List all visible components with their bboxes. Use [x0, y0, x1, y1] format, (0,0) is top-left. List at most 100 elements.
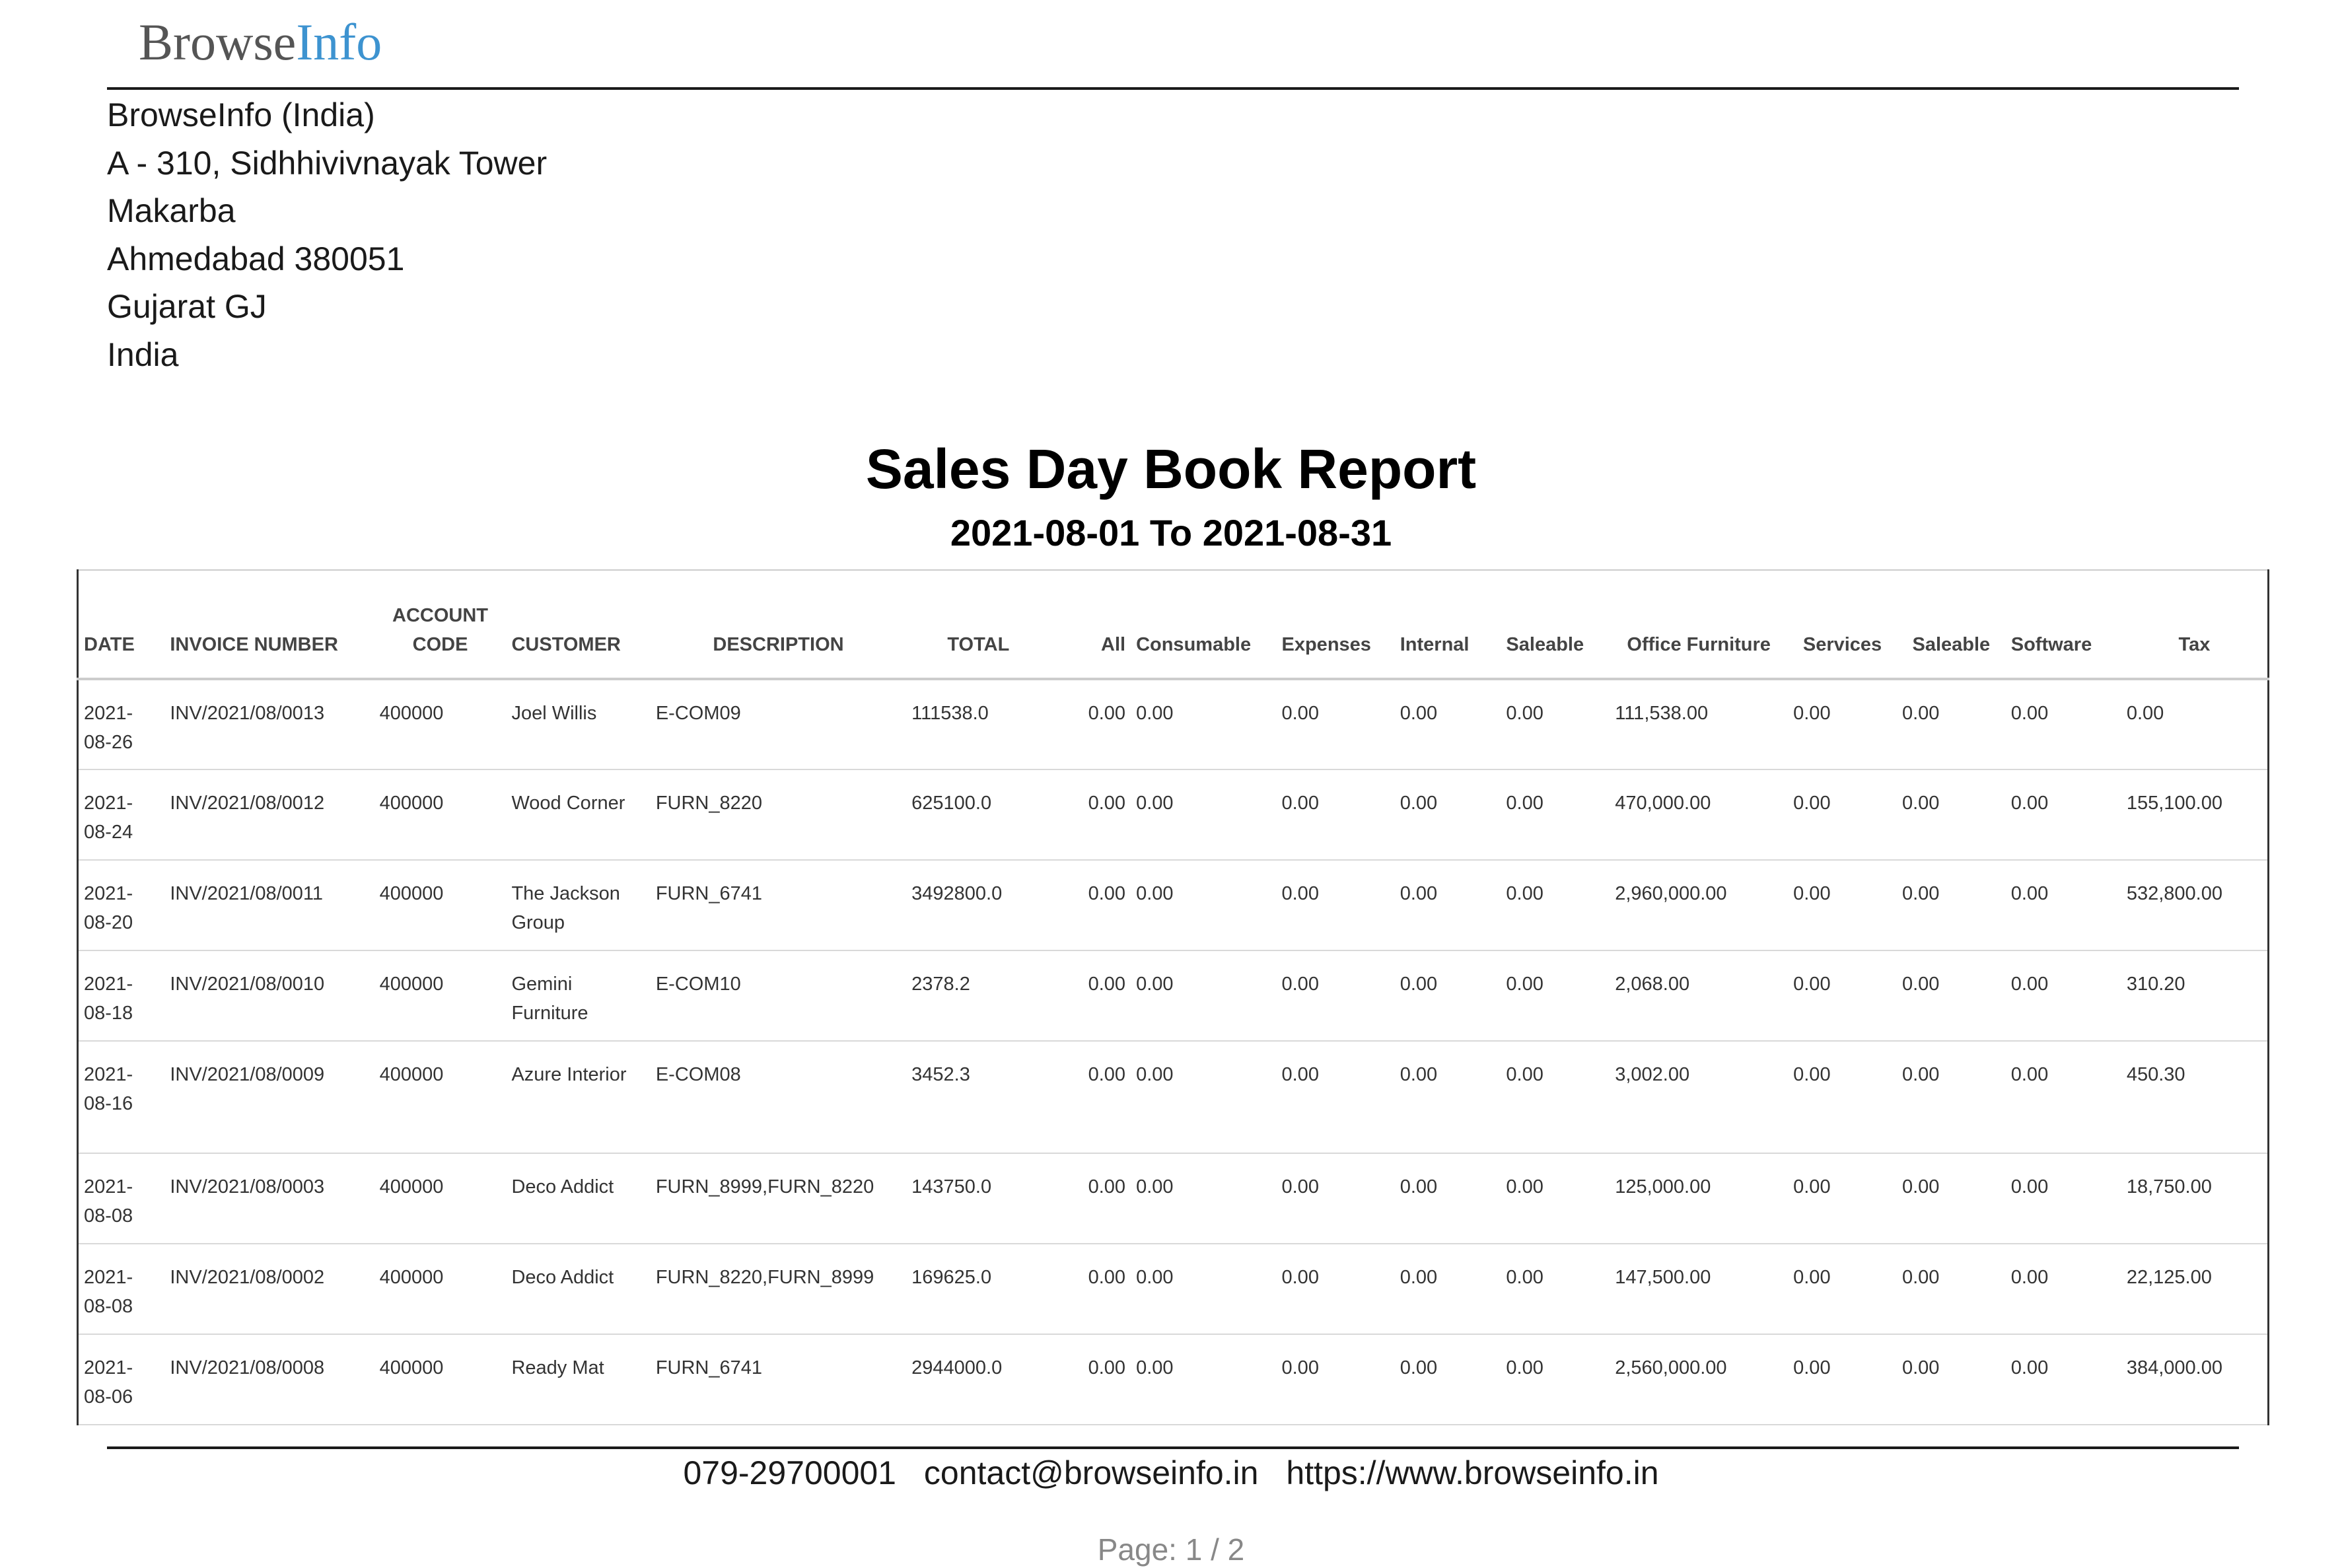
- cell-total: 3492800.0: [906, 860, 1051, 951]
- cell-saleable-2: 0.00: [1896, 1244, 2006, 1335]
- company-address: BrowseInfo (India) A - 310, Sidhhivivnay…: [107, 91, 547, 378]
- cell-services: 0.00: [1788, 1041, 1897, 1154]
- table-row: 2021-08-24 INV/2021/08/0012 400000 Wood Cor…: [77, 769, 2269, 861]
- col-header-tax: Tax: [2121, 569, 2269, 680]
- footer-website[interactable]: https://www.browseinfo.in: [1286, 1454, 1658, 1491]
- cell-office-furniture: 3,002.00: [1610, 1041, 1789, 1154]
- cell-description: FURN_8999,FURN_8220: [650, 1153, 907, 1244]
- cell-internal: 0.00: [1394, 950, 1501, 1042]
- cell-invoice-number: INV/2021/08/0013: [164, 679, 374, 770]
- table-row: 2021-08-20 INV/2021/08/0011 400000 The Jack…: [77, 860, 2269, 951]
- cell-consumable: 0.00: [1131, 679, 1277, 770]
- cell-customer: Gemini Furniture: [506, 950, 651, 1042]
- cell-expenses: 0.00: [1276, 769, 1395, 861]
- cell-total: 625100.0: [906, 769, 1051, 861]
- cell-internal: 0.00: [1394, 1334, 1501, 1425]
- cell-office-furniture: 111,538.00: [1610, 679, 1789, 770]
- header-divider: [107, 87, 2239, 90]
- page-number: Page: 1 / 2: [1097, 1532, 1245, 1567]
- cell-office-furniture: 2,960,000.00: [1610, 860, 1789, 951]
- cell-saleable: 0.00: [1501, 1041, 1610, 1154]
- table-header-row: DATE INVOICE NUMBER ACCOUNT CODE CUSTOME…: [77, 569, 2269, 680]
- cell-consumable: 0.00: [1131, 1041, 1277, 1154]
- col-header-consumable: Consumable: [1131, 569, 1277, 680]
- cell-expenses: 0.00: [1276, 860, 1395, 951]
- cell-date: 2021-08-24: [77, 769, 165, 861]
- footer-contact: 079-29700001 contact@browseinfo.in https…: [0, 1450, 2342, 1495]
- cell-saleable-2: 0.00: [1896, 769, 2006, 861]
- cell-invoice-number: INV/2021/08/0012: [164, 769, 374, 861]
- cell-expenses: 0.00: [1276, 1244, 1395, 1335]
- cell-saleable: 0.00: [1501, 1244, 1610, 1335]
- col-header-software: Software: [2005, 569, 2121, 680]
- cell-saleable-2: 0.00: [1896, 1334, 2006, 1425]
- address-line: Ahmedabad 380051: [107, 240, 405, 277]
- cell-description: FURN_6741: [650, 1334, 907, 1425]
- cell-invoice-number: INV/2021/08/0003: [164, 1153, 374, 1244]
- cell-customer: Ready Mat: [506, 1334, 651, 1425]
- cell-consumable: 0.00: [1131, 1244, 1277, 1335]
- col-header-expenses: Expenses: [1276, 569, 1395, 680]
- cell-tax: 155,100.00: [2121, 769, 2269, 861]
- cell-consumable: 0.00: [1131, 769, 1277, 861]
- cell-consumable: 0.00: [1131, 1153, 1277, 1244]
- cell-date: 2021-08-06: [77, 1334, 165, 1425]
- cell-customer: The Jackson Group: [506, 860, 651, 951]
- cell-internal: 0.00: [1394, 860, 1501, 951]
- cell-total: 169625.0: [906, 1244, 1051, 1335]
- sales-day-book-table: DATE INVOICE NUMBER ACCOUNT CODE CUSTOME…: [77, 569, 2269, 1425]
- footer-email[interactable]: contact@browseinfo.in: [924, 1454, 1259, 1491]
- table-row: 2021-08-06 INV/2021/08/0008 400000 Ready Ma…: [77, 1334, 2269, 1425]
- cell-tax: 450.30: [2121, 1041, 2269, 1154]
- cell-tax: 18,750.00: [2121, 1153, 2269, 1244]
- cell-office-furniture: 470,000.00: [1610, 769, 1789, 861]
- cell-tax: 384,000.00: [2121, 1334, 2269, 1425]
- address-line: A - 310, Sidhhivivnayak Tower: [107, 144, 548, 182]
- report-period: 2021-08-01 To 2021-08-31: [950, 512, 1392, 553]
- cell-saleable-2: 0.00: [1896, 950, 2006, 1042]
- cell-software: 0.00: [2005, 1244, 2121, 1335]
- table-row: 2021-08-18 INV/2021/08/0010 400000 Gemini F…: [77, 950, 2269, 1042]
- cell-expenses: 0.00: [1276, 950, 1395, 1042]
- cell-customer: Deco Addict: [506, 1244, 651, 1335]
- cell-invoice-number: INV/2021/08/0002: [164, 1244, 374, 1335]
- col-header-saleable: Saleable: [1501, 569, 1610, 680]
- cell-services: 0.00: [1788, 1244, 1897, 1335]
- cell-date: 2021-08-20: [77, 860, 165, 951]
- cell-account-code: 400000: [374, 769, 507, 861]
- cell-saleable: 0.00: [1501, 679, 1610, 770]
- cell-saleable-2: 0.00: [1896, 1153, 2006, 1244]
- cell-total: 143750.0: [906, 1153, 1051, 1244]
- cell-internal: 0.00: [1394, 1244, 1501, 1335]
- cell-tax: 310.20: [2121, 950, 2269, 1042]
- cell-all: 0.00: [1050, 769, 1131, 861]
- cell-saleable: 0.00: [1501, 769, 1610, 861]
- cell-account-code: 400000: [374, 679, 507, 770]
- cell-invoice-number: INV/2021/08/0008: [164, 1334, 374, 1425]
- cell-date: 2021-08-16: [77, 1041, 165, 1154]
- address-line: Gujarat GJ: [107, 288, 267, 325]
- cell-expenses: 0.00: [1276, 1041, 1395, 1154]
- cell-description: E-COM09: [650, 679, 907, 770]
- cell-account-code: 400000: [374, 1334, 507, 1425]
- cell-expenses: 0.00: [1276, 679, 1395, 770]
- report-title: Sales Day Book Report: [865, 438, 1477, 500]
- col-header-description: DESCRIPTION: [650, 569, 907, 680]
- col-header-invoice-number: INVOICE NUMBER: [164, 569, 374, 680]
- col-header-total: TOTAL: [906, 569, 1051, 680]
- cell-invoice-number: INV/2021/08/0010: [164, 950, 374, 1042]
- cell-services: 0.00: [1788, 950, 1897, 1042]
- cell-services: 0.00: [1788, 860, 1897, 951]
- cell-total: 2944000.0: [906, 1334, 1051, 1425]
- cell-services: 0.00: [1788, 679, 1897, 770]
- cell-software: 0.00: [2005, 950, 2121, 1042]
- logo-text-info: Info: [296, 13, 382, 71]
- cell-customer: Joel Willis: [506, 679, 651, 770]
- cell-description: FURN_8220: [650, 769, 907, 861]
- cell-saleable-2: 0.00: [1896, 679, 2006, 770]
- col-header-services: Services: [1788, 569, 1897, 680]
- cell-software: 0.00: [2005, 679, 2121, 770]
- cell-total: 2378.2: [906, 950, 1051, 1042]
- cell-software: 0.00: [2005, 1041, 2121, 1154]
- cell-saleable: 0.00: [1501, 950, 1610, 1042]
